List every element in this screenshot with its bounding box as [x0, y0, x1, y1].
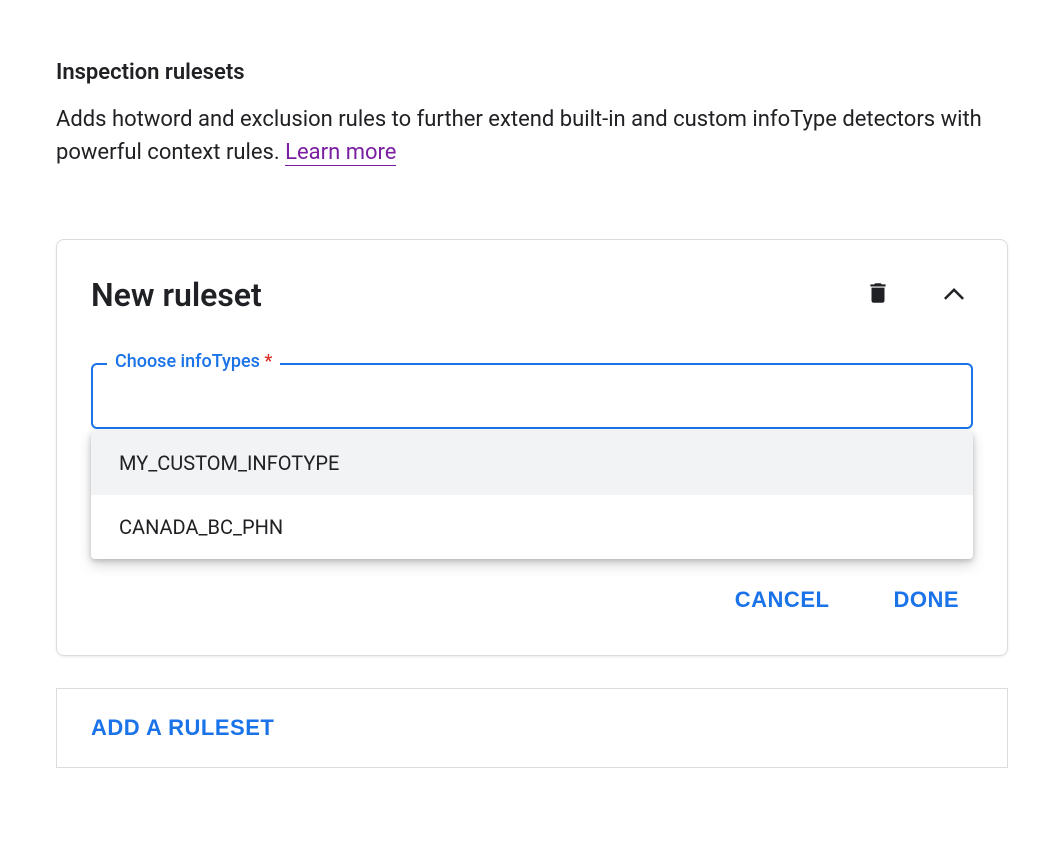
infotypes-input[interactable] — [91, 363, 973, 429]
learn-more-link[interactable]: Learn more — [285, 140, 396, 166]
section-title: Inspection rulesets — [56, 60, 1008, 85]
ruleset-card: New ruleset Choose infoTypes * — [56, 239, 1008, 656]
section-description: Adds hotword and exclusion rules to furt… — [56, 103, 1008, 169]
infotypes-label: Choose infoTypes * — [107, 351, 280, 372]
delete-ruleset-button[interactable] — [861, 276, 895, 313]
description-text: Adds hotword and exclusion rules to furt… — [56, 107, 982, 165]
infotypes-dropdown: MY_CUSTOM_INFOTYPE CANADA_BC_PHN — [91, 431, 973, 559]
chevron-up-icon — [939, 278, 969, 311]
ruleset-header: New ruleset — [91, 274, 973, 315]
done-button[interactable]: DONE — [889, 579, 963, 621]
collapse-ruleset-button[interactable] — [935, 274, 973, 315]
add-ruleset-button[interactable]: ADD A RULESET — [91, 715, 274, 741]
infotypes-input-group: Choose infoTypes * MY_CUSTOM_INFOTYPE CA… — [91, 363, 973, 429]
dropdown-option-canada-bc-phn[interactable]: CANADA_BC_PHN — [91, 495, 973, 559]
add-ruleset-container: ADD A RULESET — [56, 688, 1008, 768]
ruleset-title: New ruleset — [91, 276, 262, 314]
infotypes-label-text: Choose infoTypes — [115, 351, 260, 372]
required-asterisk: * — [264, 351, 272, 372]
ruleset-actions — [861, 274, 973, 315]
cancel-button[interactable]: CANCEL — [731, 579, 834, 621]
ruleset-footer: CANCEL DONE — [91, 579, 973, 621]
inspection-rulesets-section: Inspection rulesets Adds hotword and exc… — [56, 60, 1008, 768]
trash-icon — [865, 280, 891, 309]
dropdown-option-my-custom-infotype[interactable]: MY_CUSTOM_INFOTYPE — [91, 431, 973, 495]
